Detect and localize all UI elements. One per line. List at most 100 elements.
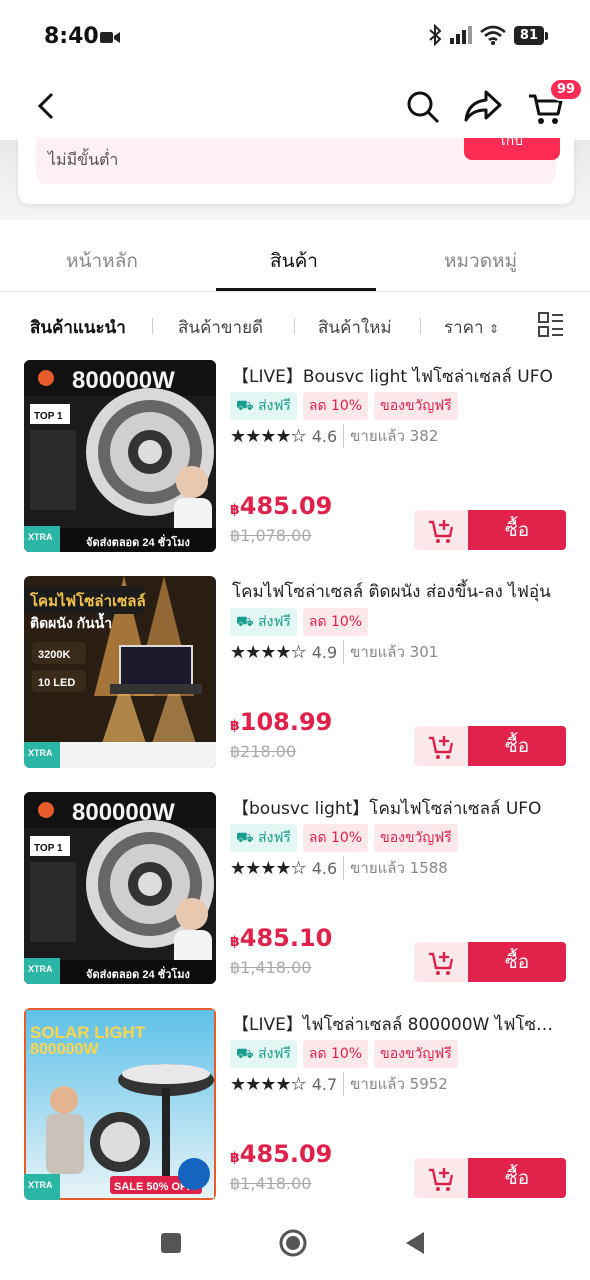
product-tags: ⛟ ส่งฟรี ลด 10% ของขวัญฟรี xyxy=(230,1040,458,1068)
thumb-top-label: TOP 1 xyxy=(34,843,63,854)
product-card[interactable]: 800000W TOP 1 XTRA จัดส่งตลอด 24 ชั่วโมง… xyxy=(0,360,590,560)
battery-indicator: 81 xyxy=(513,25,549,45)
sort-divider xyxy=(152,318,153,334)
shop-tabs: หน้าหลัก สินค้า หมวดหมู่ xyxy=(0,228,590,292)
product-title[interactable]: 【bousvc light】โคมไฟโซล่าเซลล์ UFO xyxy=(232,794,562,822)
buy-button[interactable]: ซื้อ xyxy=(468,942,566,982)
back-arrow-icon[interactable] xyxy=(30,88,66,124)
product-price: ฿485.10 xyxy=(230,924,333,952)
tab-categories[interactable]: หมวดหมู่ xyxy=(444,246,517,276)
star-rating-icon: ★★★★☆ xyxy=(230,641,307,663)
product-price: ฿108.99 xyxy=(230,708,333,736)
product-price: ฿485.09 xyxy=(230,492,333,520)
product-image[interactable]: โคมไฟโซล่าเซลล์ ติดผนัง กันน้ำ 3200K 10 … xyxy=(24,576,216,768)
product-rating: ★★★★☆ 4.6 ขายแล้ว 1588 xyxy=(230,856,448,880)
sold-count: ขายแล้ว 5952 xyxy=(343,1072,448,1096)
product-title[interactable]: 【LIVE】ไฟโซล่าเซลล์ 800000W ไฟโซล่าเซลล์ xyxy=(232,1010,562,1038)
sort-bar: สินค้าแนะนำ สินค้าขายดี สินค้าใหม่ ราคา … xyxy=(0,308,590,344)
sort-price[interactable]: ราคา ⇕ xyxy=(444,314,499,341)
thumb-xtra-label: XTRA xyxy=(28,532,53,542)
discount-tag: ลด 10% xyxy=(302,1040,369,1068)
sort-updown-icon: ⇕ xyxy=(489,322,500,336)
rating-value: 4.6 xyxy=(311,858,338,878)
add-cart-icon xyxy=(429,736,454,759)
back-button-icon[interactable] xyxy=(402,1230,428,1256)
status-bar: 8:40 81 xyxy=(0,0,590,72)
buy-button[interactable]: ซื้อ xyxy=(468,726,566,766)
product-card[interactable]: 800000W TOP 1 XTRA จัดส่งตลอด 24 ชั่วโมง… xyxy=(0,792,590,992)
rating-value: 4.6 xyxy=(311,426,338,446)
currency-symbol: ฿ xyxy=(230,1150,240,1166)
sold-count: ขายแล้ว 382 xyxy=(343,424,438,448)
coupon-row: ไม่มีขั้นต่ำ เก็บ xyxy=(36,138,560,184)
product-card[interactable]: SOLAR LIGHT 800000W SALE 50% OFF XTRA 【L… xyxy=(0,1008,590,1208)
product-rating: ★★★★☆ 4.7 ขายแล้ว 5952 xyxy=(230,1072,448,1096)
sort-price-label: ราคา xyxy=(444,318,484,338)
star-rating-icon: ★★★★☆ xyxy=(230,425,307,447)
status-time: 8:40 xyxy=(44,24,99,49)
layout-toggle-icon[interactable] xyxy=(538,312,564,338)
product-card[interactable]: โคมไฟโซล่าเซลล์ ติดผนัง กันน้ำ 3200K 10 … xyxy=(0,576,590,776)
sort-recommended[interactable]: สินค้าแนะนำ xyxy=(30,314,126,341)
recents-button-icon[interactable] xyxy=(160,1232,182,1254)
home-button-icon[interactable] xyxy=(278,1228,308,1258)
product-image[interactable]: SOLAR LIGHT 800000W SALE 50% OFF XTRA xyxy=(24,1008,216,1200)
product-rating: ★★★★☆ 4.6 ขายแล้ว 382 xyxy=(230,424,438,448)
free-shipping-tag: ⛟ ส่งฟรี xyxy=(230,608,297,636)
add-cart-icon xyxy=(429,952,454,975)
sort-bestselling[interactable]: สินค้าขายดี xyxy=(178,314,263,341)
thumb-xtra-label: XTRA xyxy=(28,748,53,758)
thumb-wall-title: โคมไฟโซล่าเซลล์ xyxy=(29,591,146,610)
thumb-xtra-label: XTRA xyxy=(28,1180,53,1190)
original-price: ฿1,418.00 xyxy=(230,958,312,977)
add-to-cart-button[interactable] xyxy=(414,510,468,550)
discount-tag: ลด 10% xyxy=(302,824,369,852)
sold-count: ขายแล้ว 301 xyxy=(343,640,438,664)
thumb-xtra-label: XTRA xyxy=(28,964,53,974)
currency-symbol: ฿ xyxy=(230,718,240,734)
add-to-cart-button[interactable] xyxy=(414,1158,468,1198)
search-icon[interactable] xyxy=(404,88,442,126)
currency-symbol: ฿ xyxy=(230,934,240,950)
original-price: ฿1,418.00 xyxy=(230,1174,312,1193)
signal-icon xyxy=(449,26,472,44)
rating-value: 4.7 xyxy=(311,1074,338,1094)
thumb-k-label: 3200K xyxy=(38,649,70,661)
share-icon[interactable] xyxy=(462,86,504,126)
discount-tag: ลด 10% xyxy=(302,608,369,636)
free-gift-tag: ของขวัญฟรี xyxy=(374,824,458,852)
thumb-ship-label: จัดส่งตลอด 24 ชั่วโมง xyxy=(86,966,190,981)
product-rating: ★★★★☆ 4.9 ขายแล้ว 301 xyxy=(230,640,438,664)
bluetooth-icon xyxy=(429,24,442,46)
sort-divider xyxy=(294,318,295,334)
tab-home[interactable]: หน้าหลัก xyxy=(66,246,138,276)
sold-count: ขายแล้ว 1588 xyxy=(343,856,448,880)
cart-count-badge: 99 xyxy=(549,78,584,101)
product-image[interactable]: 800000W TOP 1 XTRA จัดส่งตลอด 24 ชั่วโมง xyxy=(24,360,216,552)
product-tags: ⛟ ส่งฟรี ลด 10% xyxy=(230,608,369,636)
collect-coupon-label: เก็บ xyxy=(500,138,524,149)
free-shipping-tag: ⛟ ส่งฟรี xyxy=(230,1040,297,1068)
solar-light-image: SOLAR LIGHT 800000W SALE 50% OFF XTRA xyxy=(24,1008,216,1200)
sort-divider xyxy=(420,318,421,334)
sort-newest[interactable]: สินค้าใหม่ xyxy=(318,314,392,341)
free-gift-tag: ของขวัญฟรี xyxy=(374,392,458,420)
product-tags: ⛟ ส่งฟรี ลด 10% ของขวัญฟรี xyxy=(230,824,458,852)
ufo-lamp-image: 800000W TOP 1 XTRA จัดส่งตลอด 24 ชั่วโมง xyxy=(24,360,216,552)
product-image[interactable]: 800000W TOP 1 XTRA จัดส่งตลอด 24 ชั่วโมง xyxy=(24,792,216,984)
product-title[interactable]: โคมไฟโซล่าเซลล์ ติดผนัง ส่องขึ้น-ลง ไฟอุ… xyxy=(232,578,562,605)
active-tab-indicator xyxy=(216,288,376,291)
thumb-ship-label: จัดส่งตลอด 24 ชั่วโมง xyxy=(86,534,190,549)
collect-coupon-button[interactable]: เก็บ xyxy=(464,138,560,160)
thumb-watt-label: 800000W xyxy=(30,1041,99,1058)
add-to-cart-button[interactable] xyxy=(414,726,468,766)
free-shipping-tag: ⛟ ส่งฟรี xyxy=(230,392,297,420)
add-to-cart-button[interactable] xyxy=(414,942,468,982)
product-title[interactable]: 【LIVE】Bousvc light ไฟโซล่าเซลล์ UFO xyxy=(232,362,562,390)
buy-button[interactable]: ซื้อ xyxy=(468,1158,566,1198)
buy-button[interactable]: ซื้อ xyxy=(468,510,566,550)
ufo-lamp-image: 800000W TOP 1 XTRA จัดส่งตลอด 24 ชั่วโมง xyxy=(24,792,216,984)
thumb-wall-sub: ติดผนัง กันน้ำ xyxy=(30,612,112,631)
tab-products[interactable]: สินค้า xyxy=(270,246,318,276)
status-icons: 81 xyxy=(428,24,549,46)
